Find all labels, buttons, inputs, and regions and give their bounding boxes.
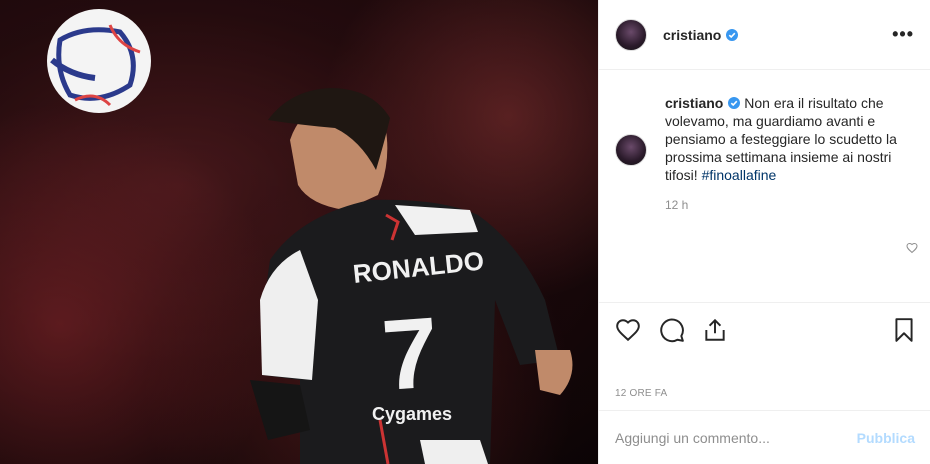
bookmark-icon[interactable] <box>891 317 917 343</box>
caption-timestamp[interactable]: 12 h <box>665 196 914 214</box>
avatar[interactable] <box>615 134 647 166</box>
username-link[interactable]: cristiano <box>663 27 721 43</box>
avatar[interactable] <box>615 18 647 51</box>
football-ball <box>47 9 151 113</box>
small-heart-icon[interactable] <box>906 242 918 254</box>
post-date[interactable]: 12 ORE FA <box>615 388 667 399</box>
caption-username[interactable]: cristiano <box>665 95 723 111</box>
post-header: cristiano ••• <box>599 0 930 70</box>
photo-illustration: RONALDO 7 Cygames <box>47 9 573 464</box>
share-icon[interactable] <box>702 317 728 343</box>
add-comment-bar: Aggiungi un commento... Pubblica <box>599 410 930 464</box>
sponsor-text: Cygames <box>372 404 452 424</box>
post-photo[interactable]: RONALDO 7 Cygames <box>0 0 598 464</box>
instagram-post-modal: RONALDO 7 Cygames cristiano ••• cristian… <box>0 0 930 464</box>
hashtag-link[interactable]: #finoallafine <box>702 167 777 183</box>
publish-button[interactable]: Pubblica <box>857 430 915 446</box>
comments-section: cristiano Non era il risultato che volev… <box>599 70 930 302</box>
comment-input[interactable]: Aggiungi un commento... <box>615 430 857 446</box>
jersey-number-text: 7 <box>379 296 442 412</box>
caption-body: cristiano Non era il risultato che volev… <box>665 94 914 214</box>
verified-badge-icon <box>728 97 741 109</box>
action-bar <box>599 302 930 358</box>
more-options-icon[interactable]: ••• <box>892 24 914 45</box>
post-sidebar: cristiano ••• cristiano Non era il risul… <box>598 0 930 464</box>
comment-icon[interactable] <box>659 317 685 343</box>
caption-comment: cristiano Non era il risultato che volev… <box>615 94 914 214</box>
heart-icon[interactable] <box>615 317 641 343</box>
verified-badge-icon <box>726 28 739 41</box>
